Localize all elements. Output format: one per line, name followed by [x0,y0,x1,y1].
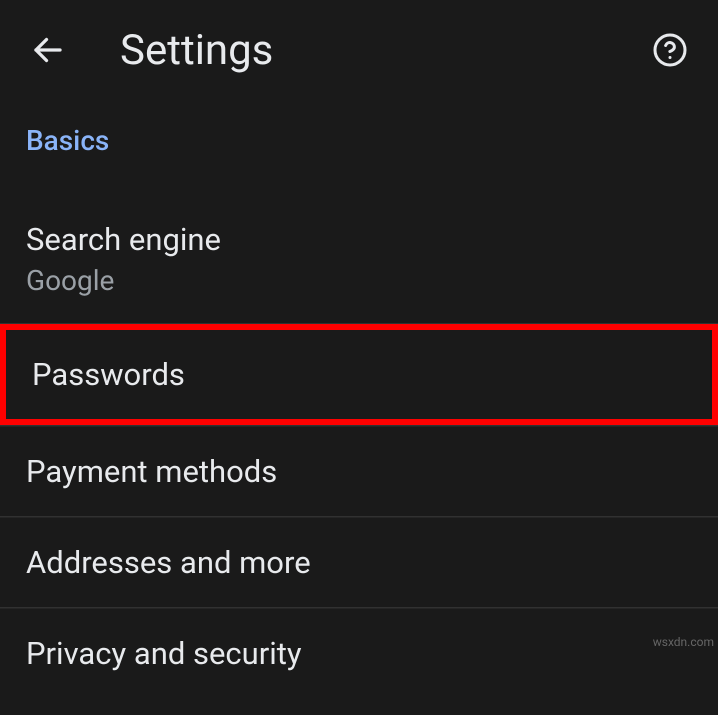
back-button[interactable] [24,26,72,74]
item-title: Payment methods [26,453,692,490]
watermark: wsxdn.com [653,635,714,649]
item-subtitle: Google [26,264,692,297]
item-title: Privacy and security [26,635,692,672]
settings-item-passwords[interactable]: Passwords [0,324,718,425]
page-title: Settings [120,26,273,75]
settings-item-payment-methods[interactable]: Payment methods [0,426,718,516]
help-button[interactable] [646,26,694,74]
app-header: Settings [0,0,718,100]
settings-item-privacy[interactable]: Privacy and security [0,608,718,698]
settings-item-addresses[interactable]: Addresses and more [0,517,718,607]
help-icon [652,32,688,68]
item-title: Addresses and more [26,544,692,581]
section-header-basics: Basics [0,100,718,173]
item-title: Passwords [32,356,686,393]
settings-item-search-engine[interactable]: Search engine Google [0,173,718,323]
arrow-back-icon [30,32,66,68]
item-title: Search engine [26,221,692,258]
